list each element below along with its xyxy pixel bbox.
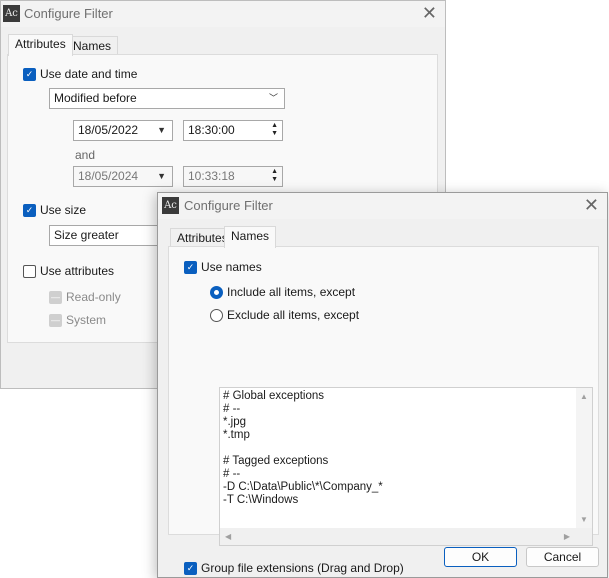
date-mode-select[interactable]: Modified before ﹀ [49, 88, 285, 109]
check-icon: ✓ [23, 203, 36, 217]
app-icon: Ac [162, 197, 179, 214]
exceptions-textarea[interactable]: # Global exceptions # -- *.jpg *.tmp # T… [219, 387, 593, 546]
close-icon[interactable]: ✕ [422, 3, 437, 24]
cancel-button[interactable]: Cancel [526, 547, 599, 567]
use-date-time-label: Use date and time [40, 67, 138, 81]
dropdown-arrow-icon: ▼ [157, 125, 166, 135]
tab-names[interactable]: Names [224, 226, 277, 248]
and-label: and [75, 148, 96, 162]
time1-value: 18:30:00 [188, 123, 235, 137]
exceptions-text: # Global exceptions # -- *.jpg *.tmp # T… [223, 390, 383, 506]
check-icon: ✓ [184, 561, 197, 575]
dropdown-arrow-icon: ▼ [157, 171, 166, 181]
title-bar: Ac Configure Filter ✕ [1, 1, 445, 27]
date2-picker[interactable]: 18/05/2024 ▼ [73, 166, 173, 187]
size-mode-value: Size greater [54, 228, 119, 242]
use-attributes-checkbox[interactable]: Use attributes [23, 264, 114, 278]
readonly-label: Read-only [66, 290, 121, 304]
include-label: Include all items, except [227, 285, 356, 299]
use-date-time-checkbox[interactable]: ✓ Use date and time [23, 67, 137, 81]
spinner-arrows-icon: ▲ ▼ [271, 168, 278, 183]
vertical-scrollbar[interactable]: ▲ ▼ [576, 388, 592, 528]
date2-value: 18/05/2024 [78, 169, 139, 183]
use-names-checkbox[interactable]: ✓ Use names [184, 260, 262, 274]
tab-attributes[interactable]: Attributes [8, 34, 73, 56]
title-bar: Ac Configure Filter ✕ [158, 193, 607, 219]
exclude-label: Exclude all items, except [227, 308, 360, 322]
use-names-label: Use names [201, 260, 262, 274]
group-extensions-label: Group file extensions (Drag and Drop) [201, 561, 404, 575]
readonly-checkbox[interactable]: — Read-only [49, 290, 121, 304]
use-size-label: Use size [40, 203, 87, 217]
exclude-radio[interactable]: Exclude all items, except [210, 308, 359, 322]
use-attributes-label: Use attributes [40, 264, 115, 278]
indeterminate-icon: — [49, 313, 62, 327]
dialog-title: Configure Filter [184, 198, 273, 213]
scroll-down-icon[interactable]: ▼ [580, 515, 588, 524]
system-label: System [66, 313, 107, 327]
scroll-right-icon[interactable]: ▶ [564, 532, 570, 541]
close-icon[interactable]: ✕ [584, 195, 599, 216]
check-icon: ✓ [184, 260, 197, 274]
scroll-up-icon[interactable]: ▲ [580, 392, 588, 401]
check-icon: ✓ [23, 67, 36, 81]
names-panel: ✓ Use names Include all items, except Exc… [168, 246, 599, 575]
checkbox-box [23, 264, 36, 278]
dialog-title: Configure Filter [24, 6, 113, 21]
date1-picker[interactable]: 18/05/2022 ▼ [73, 120, 173, 141]
indeterminate-icon: — [49, 290, 62, 304]
radio-selected-icon [210, 285, 223, 299]
radio-icon [210, 308, 223, 322]
horizontal-scrollbar[interactable]: ◀ ▶ [220, 528, 592, 545]
date-mode-value: Modified before [54, 91, 137, 105]
chevron-down-icon: ﹀ [268, 93, 278, 103]
include-radio[interactable]: Include all items, except [210, 285, 355, 299]
time2-value: 10:33:18 [188, 169, 235, 183]
scroll-left-icon[interactable]: ◀ [225, 532, 231, 541]
use-size-checkbox[interactable]: ✓ Use size [23, 203, 86, 217]
system-checkbox[interactable]: — System [49, 313, 106, 327]
time2-spinner[interactable]: 10:33:18 ▲ ▼ [183, 166, 283, 187]
tab-names[interactable]: Names [66, 36, 119, 56]
date1-value: 18/05/2022 [78, 123, 139, 137]
foreground-dialog: Ac Configure Filter ✕ Attributes Names ✓… [157, 192, 608, 578]
spinner-arrows-icon: ▲ ▼ [271, 122, 278, 137]
group-extensions-checkbox[interactable]: ✓ Group file extensions (Drag and Drop) [184, 561, 404, 575]
time1-spinner[interactable]: 18:30:00 ▲ ▼ [183, 120, 283, 141]
ok-button[interactable]: OK [444, 547, 517, 567]
app-icon: Ac [3, 5, 20, 22]
